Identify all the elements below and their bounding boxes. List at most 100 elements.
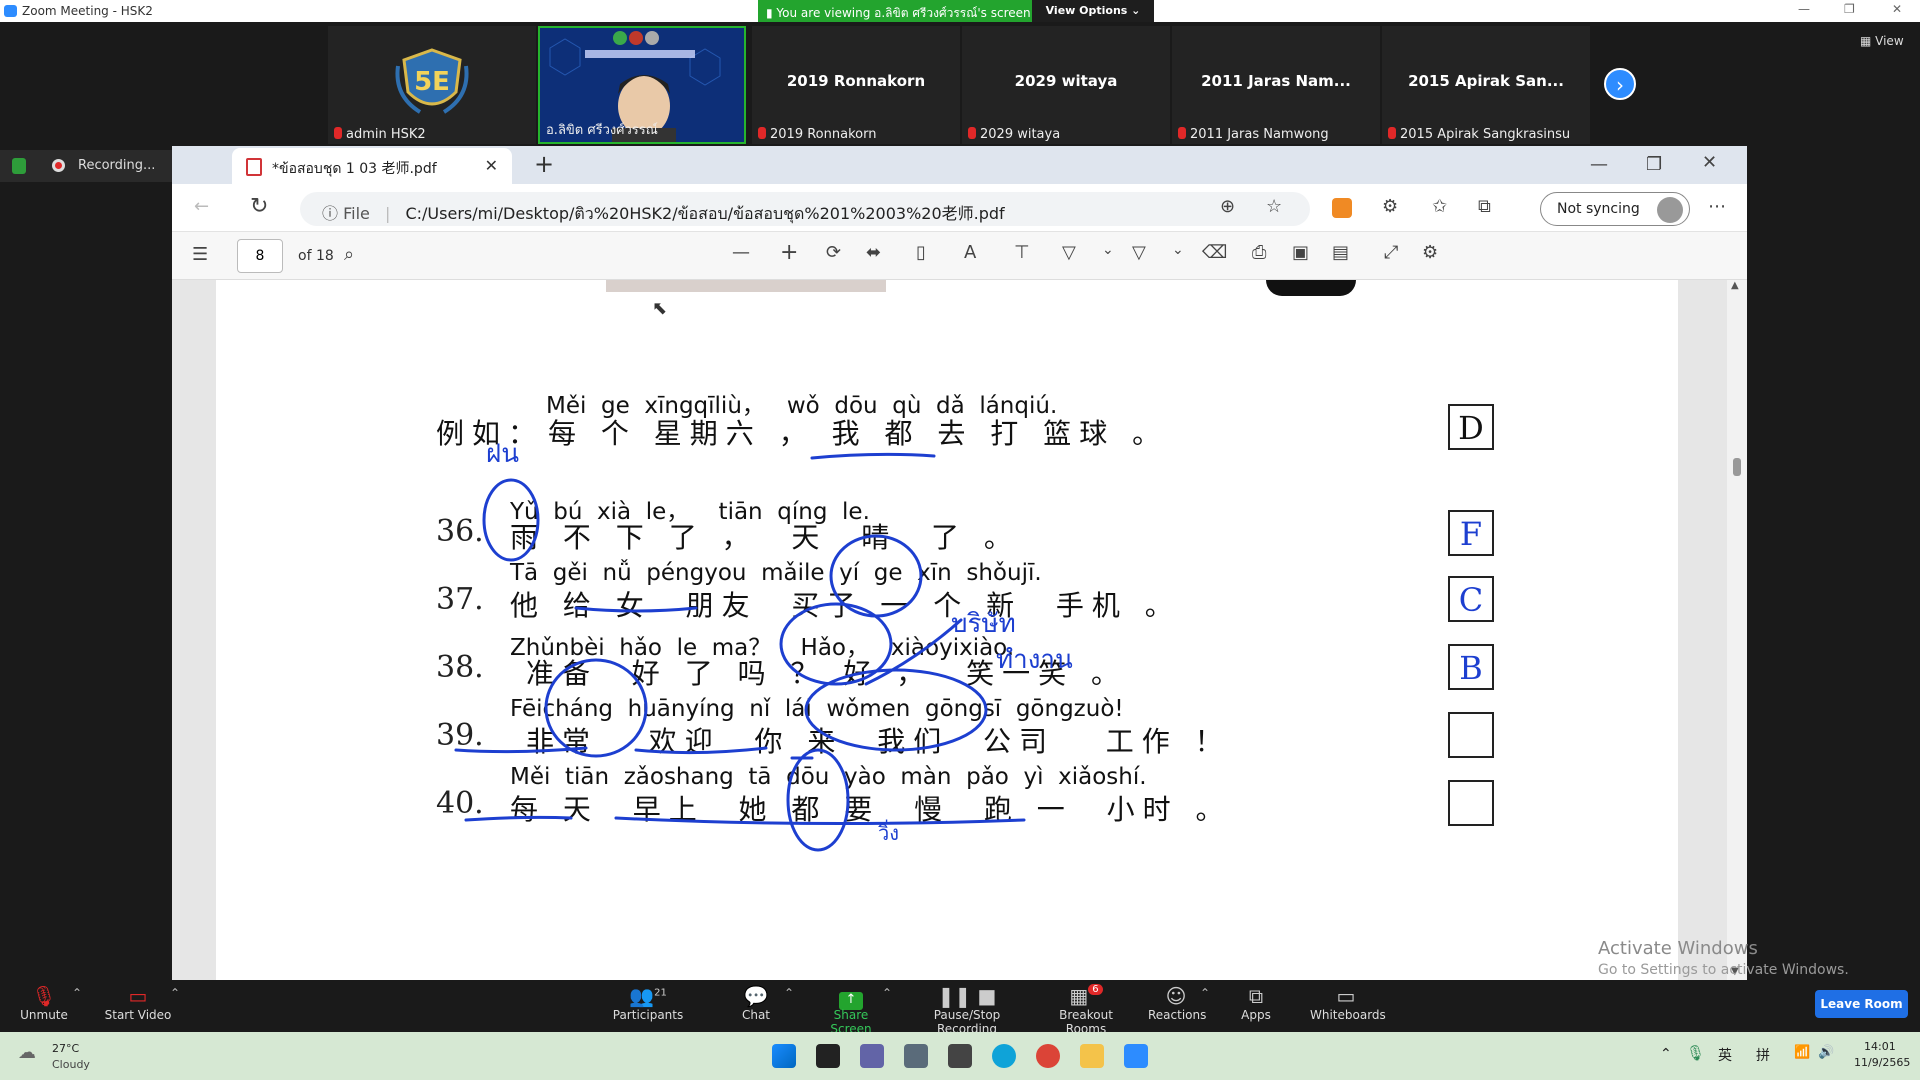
participant-tile[interactable]: 5E admin HSK2	[328, 26, 536, 144]
tray-chevron-up-icon[interactable]: ⌃	[1660, 1046, 1672, 1062]
contents-icon[interactable]: ☰	[192, 244, 208, 265]
minimize-icon[interactable]: —	[1798, 2, 1810, 16]
close-tab-icon[interactable]: ✕	[485, 156, 498, 175]
zoom-icon[interactable]: ⊕	[1220, 196, 1235, 217]
leave-room-button[interactable]: Leave Room	[1815, 990, 1908, 1018]
start-windows-icon[interactable]	[772, 1044, 796, 1068]
page-view-icon[interactable]: ▯	[916, 242, 926, 263]
add-favorite-icon[interactable]: ☆	[1266, 196, 1282, 217]
chat-options-chevron-up-icon[interactable]: ⌃	[784, 986, 794, 1000]
calculator-icon[interactable]	[904, 1044, 928, 1068]
participant-tile[interactable]: 2015 Apirak San... 2015 Apirak Sangkrasi…	[1382, 26, 1590, 144]
draw-icon[interactable]: ▽	[1062, 242, 1076, 263]
text-icon[interactable]: ⊤	[1014, 242, 1030, 263]
share-options-chevron-up-icon[interactable]: ⌃	[882, 986, 892, 1000]
ime-language[interactable]: 英	[1718, 1045, 1732, 1065]
answer-box[interactable]	[1448, 780, 1494, 826]
participant-tile[interactable]: 2011 Jaras Nam... 2011 Jaras Namwong	[1172, 26, 1380, 144]
close-icon[interactable]: ✕	[1892, 2, 1902, 16]
unmute-button[interactable]: 🎙 Unmute	[14, 980, 74, 1032]
answer-box[interactable]	[1448, 712, 1494, 758]
sync-label: Not syncing	[1557, 201, 1640, 217]
restore-icon[interactable]: ❐	[1646, 154, 1662, 175]
restore-icon[interactable]: ❐	[1844, 2, 1855, 16]
whiteboards-button[interactable]: ▭ Whiteboards	[1310, 980, 1386, 1032]
save-as-icon[interactable]: ▤	[1332, 242, 1349, 263]
close-window-icon[interactable]: ✕	[1702, 152, 1717, 173]
file-label: File	[343, 204, 370, 223]
reactions-button[interactable]: ☺ Reactions	[1148, 980, 1206, 1032]
zoom-out-icon[interactable]: —	[732, 242, 750, 263]
muted-mic-icon	[1178, 127, 1186, 139]
eraser-icon[interactable]: ⌫	[1202, 242, 1227, 263]
file-explorer-icon[interactable]	[1080, 1044, 1104, 1068]
refresh-icon[interactable]: ↻	[250, 194, 268, 219]
apps-button[interactable]: ⧉ Apps	[1240, 980, 1272, 1032]
recording-bar: Recording...	[0, 150, 172, 182]
camera-icon[interactable]	[948, 1044, 972, 1068]
windows-taskbar: ☁ 27°C Cloudy ⌃ 🎙 英 拼 📶 🔊 14:01 11/9/256…	[0, 1032, 1920, 1080]
read-aloud-icon[interactable]: A	[964, 242, 976, 263]
back-icon[interactable]: ←	[194, 196, 209, 217]
task-view-icon[interactable]	[816, 1044, 840, 1068]
view-options-label: View Options	[1045, 4, 1128, 17]
wifi-icon[interactable]: 📶	[1794, 1045, 1810, 1060]
clock-time[interactable]: 14:01	[1864, 1040, 1896, 1053]
answer-box[interactable]: B	[1448, 644, 1494, 690]
scrollbar-thumb[interactable]	[1733, 458, 1741, 476]
rotate-icon[interactable]: ⟳	[826, 242, 841, 263]
draw-options-chevron-down-icon[interactable]: ⌄	[1102, 242, 1114, 258]
fit-width-icon[interactable]: ⬌	[866, 242, 881, 263]
zoom-in-icon[interactable]: +	[780, 240, 798, 265]
question-hanzi: 雨 不 下 了 ， 天 晴 了 。	[510, 521, 1020, 554]
highlight-options-chevron-down-icon[interactable]: ⌄	[1172, 242, 1184, 258]
participant-tile-active-speaker[interactable]: อ.ลิขิต ศรีวงศ์วรรณ์	[538, 26, 746, 144]
start-video-button[interactable]: ▭ Start Video	[98, 980, 178, 1032]
answer-box[interactable]: D	[1448, 404, 1494, 450]
participants-button[interactable]: 👥21 Participants	[612, 980, 684, 1032]
view-options-button[interactable]: View Options ⌄	[1032, 0, 1154, 22]
page-number-input[interactable]: 8	[237, 239, 283, 273]
teams-chat-icon[interactable]	[860, 1044, 884, 1068]
tab-pdf[interactable]: *ข้อสอบชุด 1 03 老师.pdf ✕	[232, 148, 512, 184]
chrome-icon[interactable]	[1036, 1044, 1060, 1068]
participant-name: อ.ลิขิต ศรีวงศ์วรรณ์	[546, 123, 658, 138]
extensions-icon[interactable]: ⚙	[1382, 196, 1398, 217]
more-icon[interactable]: ⋯	[1708, 196, 1726, 217]
chat-button[interactable]: 💬 Chat	[736, 980, 776, 1032]
ime-mode[interactable]: 拼	[1756, 1045, 1770, 1065]
settings-gear-icon[interactable]: ⚙	[1422, 242, 1438, 263]
participant-tile[interactable]: 2019 Ronnakorn 2019 Ronnakorn	[752, 26, 960, 144]
answer-box[interactable]: F	[1448, 510, 1494, 556]
reactions-options-chevron-up-icon[interactable]: ⌃	[1200, 986, 1210, 1000]
favorites-icon[interactable]: ✩	[1432, 196, 1447, 217]
url-field[interactable]: ⓘ File | C:/Users/mi/Desktop/ติว%20HSK2/…	[300, 192, 1310, 226]
collections-icon[interactable]: ⧉	[1478, 196, 1491, 217]
next-page-arrow-icon[interactable]: ›	[1604, 68, 1636, 100]
clock-date[interactable]: 11/9/2565	[1854, 1056, 1910, 1069]
view-button[interactable]: ▦ View	[1860, 34, 1904, 48]
sync-button[interactable]: Not syncing	[1540, 192, 1690, 226]
zoom-app-icon[interactable]	[1124, 1044, 1148, 1068]
save-icon[interactable]: ▣	[1292, 242, 1309, 263]
scrollbar[interactable]: ▲ ▼	[1727, 280, 1747, 980]
edge-browser-icon[interactable]	[992, 1044, 1016, 1068]
share-screen-button[interactable]: ↑ Share Screen	[812, 980, 890, 1036]
participant-tile[interactable]: 2029 witaya 2029 witaya	[962, 26, 1170, 144]
video-options-chevron-up-icon[interactable]: ⌃	[170, 986, 180, 1000]
answer-box[interactable]: C	[1448, 576, 1494, 622]
print-icon[interactable]: ⎙	[1252, 242, 1266, 263]
audio-options-chevron-up-icon[interactable]: ⌃	[72, 986, 82, 1000]
minimize-icon[interactable]: —	[1590, 154, 1608, 175]
highlight-icon[interactable]: ▽	[1132, 242, 1146, 263]
participant-tile-name: 2019 Ronnakorn	[786, 72, 926, 90]
extension-icon[interactable]	[1332, 198, 1352, 218]
fullscreen-icon[interactable]: ⤢	[1384, 242, 1398, 263]
breakout-rooms-button[interactable]: ▦ 6 Breakout Rooms	[1040, 980, 1132, 1036]
new-tab-icon[interactable]: +	[534, 150, 554, 178]
volume-icon[interactable]: 🔊	[1818, 1045, 1834, 1060]
tab-title: *ข้อสอบชุด 1 03 老师.pdf	[272, 161, 437, 177]
search-icon[interactable]: ⌕	[344, 244, 354, 265]
pause-recording-button[interactable]: ❚❚ ■ Pause/Stop Recording	[904, 980, 1030, 1036]
microphone-icon[interactable]: 🎙	[1686, 1044, 1705, 1062]
